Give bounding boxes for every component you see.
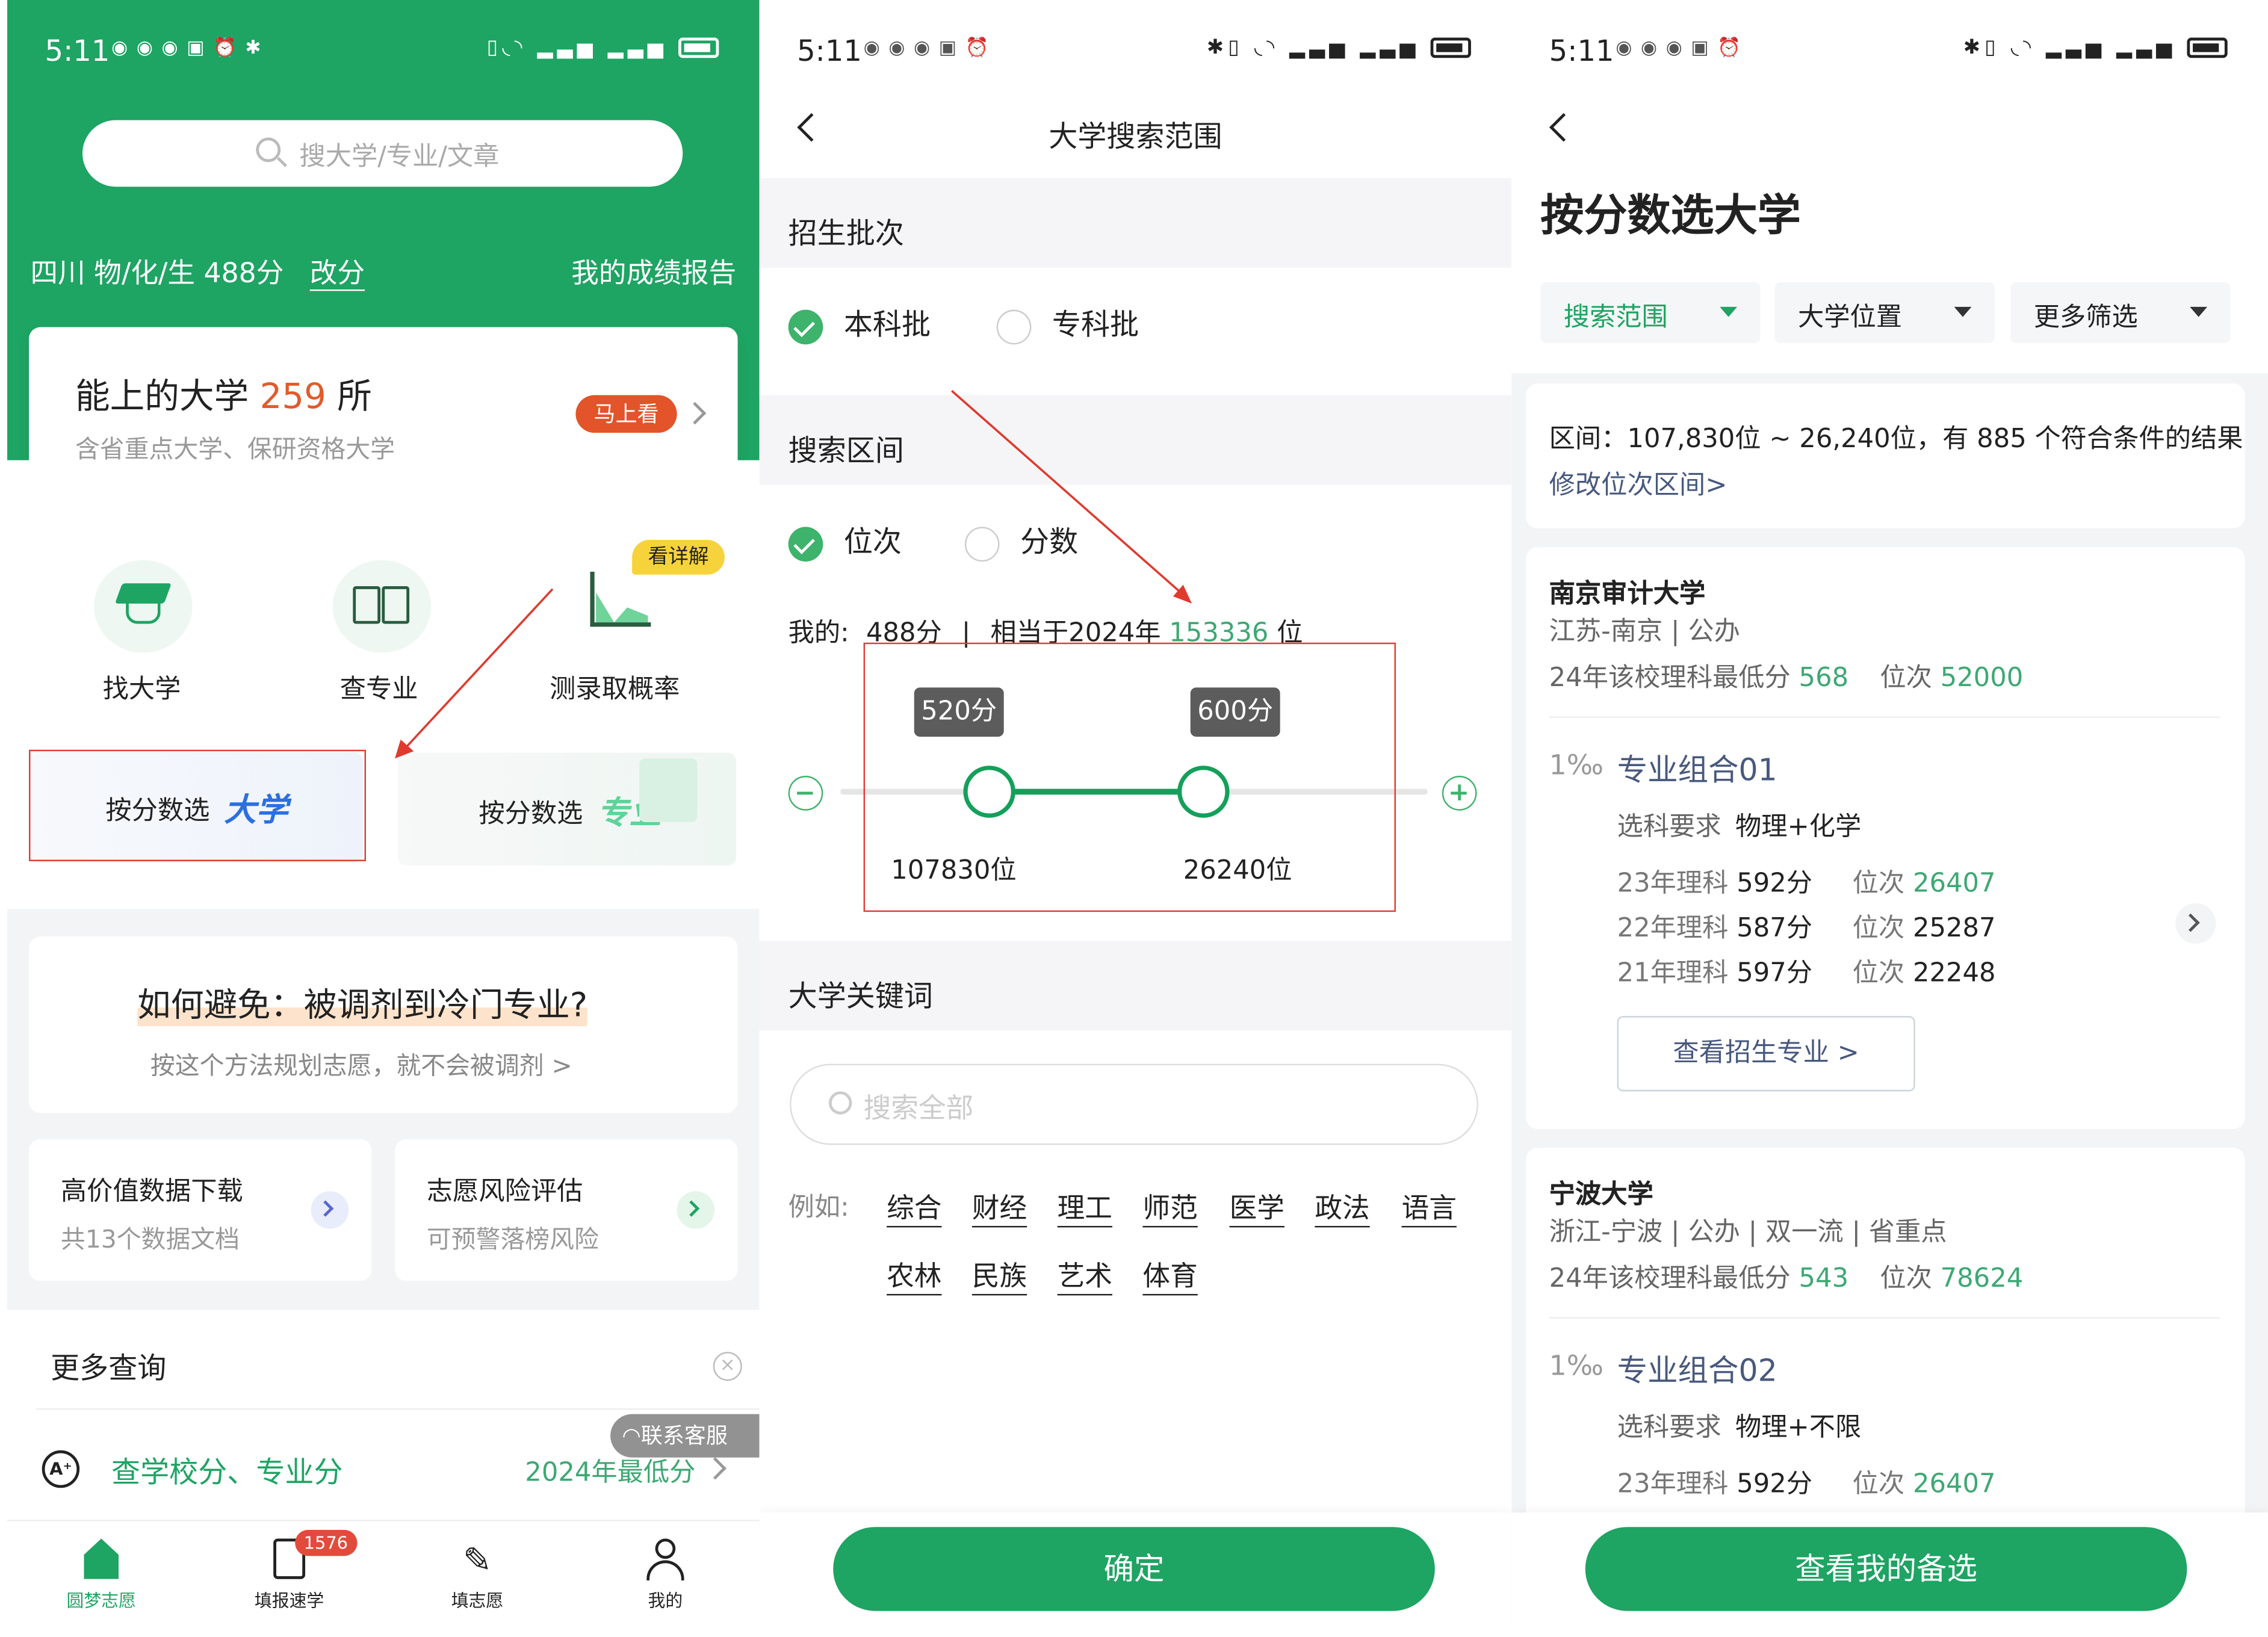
- range-summary-card: 区间：107,830位 ~ 26,240位，有 885 个符合条件的结果 修改位…: [1526, 383, 2245, 528]
- caret-down-icon: [2190, 306, 2208, 317]
- university-min-score: 24年该校理科最低分 568 位次 52000: [1549, 663, 2024, 693]
- view-majors-button[interactable]: 查看招生专业 >: [1617, 1016, 1915, 1092]
- view-my-favorites-button[interactable]: 查看我的备选: [1585, 1527, 2187, 1611]
- screenshot-stage: 5:11 ◉◉◉▣⏰✱ ▯◟◝ ▂▃▅ ▂▃▅ 搜大学/专业/文章 四川 物/化…: [0, 0, 2268, 1637]
- battery-icon: [2187, 37, 2228, 58]
- search-range-screen: 5:11 ◉◉◉▣⏰ ✱▯ ◟◝ ▂▃▅ ▂▃▅ 大学搜索范围 招生批次 本科批…: [759, 0, 1512, 1637]
- home-screen: 5:11 ◉◉◉▣⏰✱ ▯◟◝ ▂▃▅ ▂▃▅ 搜大学/专业/文章 四川 物/化…: [7, 0, 760, 1637]
- subject-requirement: 选科要求 物理+化学: [1617, 812, 1862, 843]
- notification-icons: ◉◉◉▣⏰: [1616, 37, 1750, 60]
- range-summary: 区间：107,830位 ~ 26,240位，有 885 个符合条件的结果: [1549, 424, 2243, 455]
- filter-more[interactable]: 更多筛选: [2010, 282, 2231, 343]
- page-title: 按分数选大学: [1540, 191, 1801, 242]
- university-card[interactable]: 南京审计大学 江苏-南京 | 公办 24年该校理科最低分 568 位次 5200…: [1526, 547, 2245, 1129]
- admission-probability: 1‰: [1549, 1350, 1604, 1382]
- filter-search-range[interactable]: 搜索范围: [1540, 282, 1761, 343]
- history-row: 23年理科 592分 位次 26407: [1617, 1469, 1996, 1500]
- status-bar: 5:11 ◉◉◉▣⏰ ✱▯ ◟◝ ▂▃▅ ▂▃▅: [1511, 26, 2268, 75]
- signal-icons: ✱▯ ◟◝ ▂▃▅ ▂▃▅: [1963, 36, 2228, 60]
- chevron-right-icon[interactable]: [2175, 903, 2216, 944]
- university-meta: 江苏-南京 | 公办: [1549, 616, 1740, 648]
- university-name: 南京审计大学: [1549, 578, 1706, 610]
- university-name: 宁波大学: [1549, 1180, 1653, 1210]
- subject-requirement: 选科要求 物理+不限: [1617, 1413, 1862, 1443]
- university-min-score: 24年该校理科最低分 543 位次 78624: [1549, 1263, 2024, 1295]
- caret-down-icon: [1954, 306, 1972, 317]
- annotation-arrow: [395, 588, 554, 759]
- status-time: 5:11: [1549, 33, 1614, 69]
- history-row: 22年理科 587分 位次 25287: [1617, 913, 1996, 944]
- history-row: 21年理科 597分 位次 22248: [1617, 958, 1996, 989]
- university-meta: 浙江-宁波 | 公办 | 双一流 | 省重点: [1549, 1217, 1947, 1248]
- major-group: 专业组合01: [1617, 752, 1777, 788]
- admission-probability: 1‰: [1549, 749, 1604, 782]
- annotation-arrow: [951, 389, 1192, 604]
- caret-down-icon: [1720, 306, 1738, 317]
- filter-location[interactable]: 大学位置: [1774, 282, 1995, 343]
- major-group: 专业组合02: [1617, 1353, 1777, 1388]
- history-row: 23年理科 592分 位次 26407: [1617, 868, 1996, 899]
- results-screen: 5:11 ◉◉◉▣⏰ ✱▯ ◟◝ ▂▃▅ ▂▃▅ 按分数选大学 搜索范围 大学位…: [1511, 0, 2268, 1637]
- modify-range-link[interactable]: 修改位次区间>: [1549, 465, 1727, 503]
